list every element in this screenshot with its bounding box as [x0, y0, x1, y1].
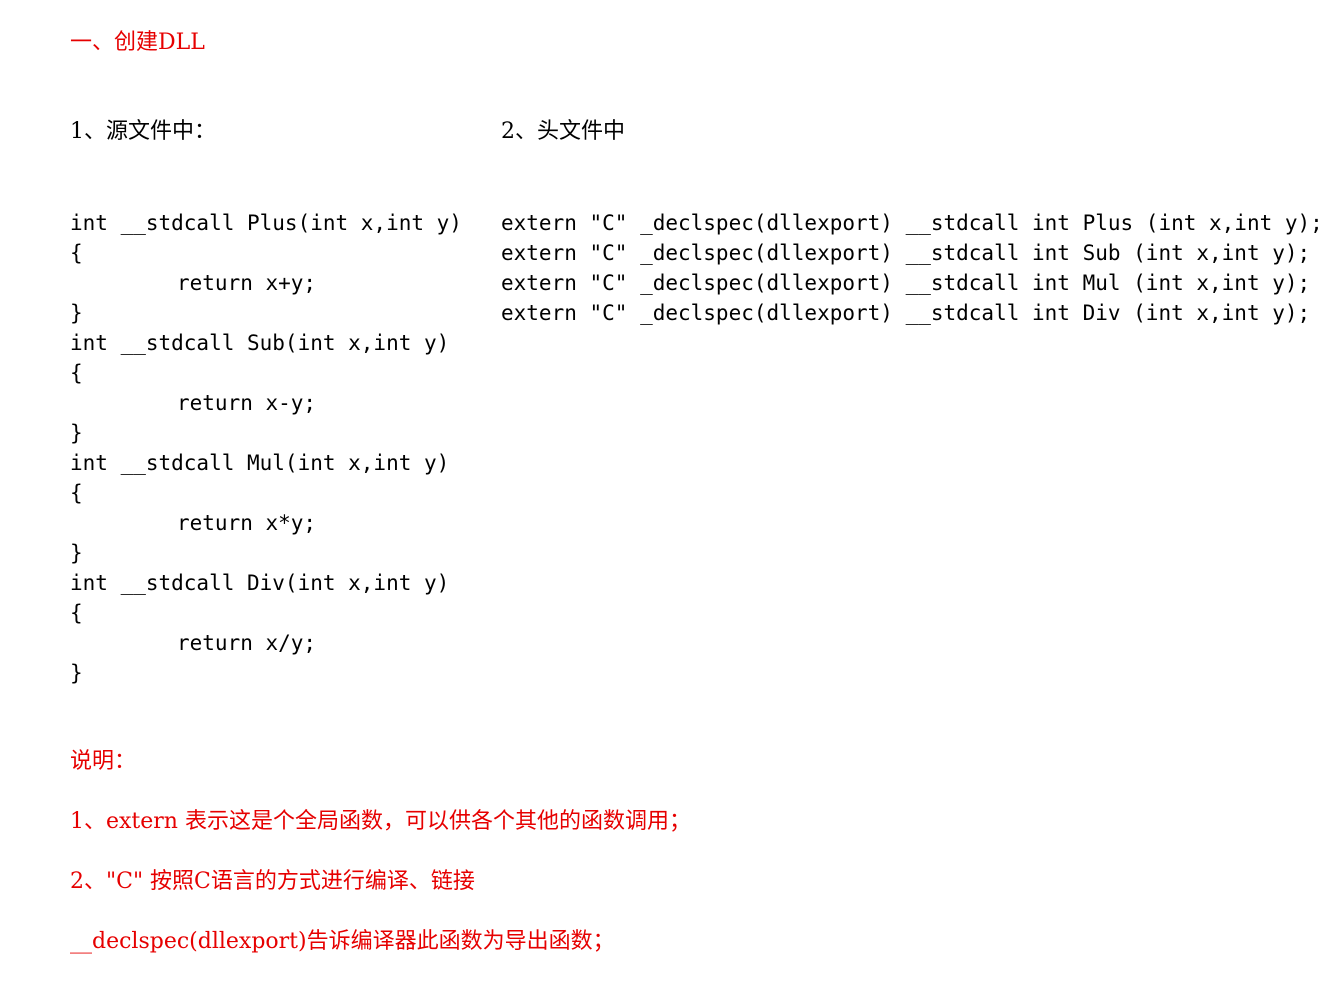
header-section-title: 2、头文件中 [501, 119, 625, 144]
code-line: return x*y; [177, 511, 317, 535]
code-line: return x-y; [177, 391, 317, 415]
code-line: } [70, 661, 83, 685]
code-line: { [70, 601, 83, 625]
note-item: __declspec(dllexport)告诉编译器此函数为导出函数； [70, 929, 615, 954]
code-line: extern "C" _declspec(dllexport) __stdcal… [501, 271, 1311, 295]
page-heading: 一、创建DLL [70, 30, 205, 55]
notes-title: 说明： [70, 749, 137, 774]
code-line: extern "C" _declspec(dllexport) __stdcal… [501, 301, 1311, 325]
note-item: 2、"C" 按照C语言的方式进行编译、链接 [70, 869, 475, 894]
code-line: } [70, 541, 83, 565]
code-line: extern "C" _declspec(dllexport) __stdcal… [501, 211, 1323, 235]
header-code-block: extern "C" _declspec(dllexport) __stdcal… [501, 208, 1323, 328]
code-line: } [70, 421, 83, 445]
code-line: int __stdcall Plus(int x,int y) [70, 211, 462, 235]
code-line: return x/y; [177, 631, 317, 655]
source-code-block: int __stdcall Plus(int x,int y) { return… [70, 208, 462, 688]
code-line: { [70, 241, 83, 265]
notes-section: 说明： 1、extern 表示这是个全局函数，可以供各个其他的函数调用； 2、"… [70, 747, 691, 987]
note-item: 1、extern 表示这是个全局函数，可以供各个其他的函数调用； [70, 809, 691, 834]
code-line: extern "C" _declspec(dllexport) __stdcal… [501, 241, 1311, 265]
code-line: { [70, 481, 83, 505]
code-line: int __stdcall Div(int x,int y) [70, 571, 450, 595]
code-line: int __stdcall Sub(int x,int y) [70, 331, 450, 355]
code-line: } [70, 301, 83, 325]
code-line: return x+y; [177, 271, 317, 295]
code-line: int __stdcall Mul(int x,int y) [70, 451, 450, 475]
code-line: { [70, 361, 83, 385]
source-section-title: 1、源文件中： [70, 119, 216, 144]
